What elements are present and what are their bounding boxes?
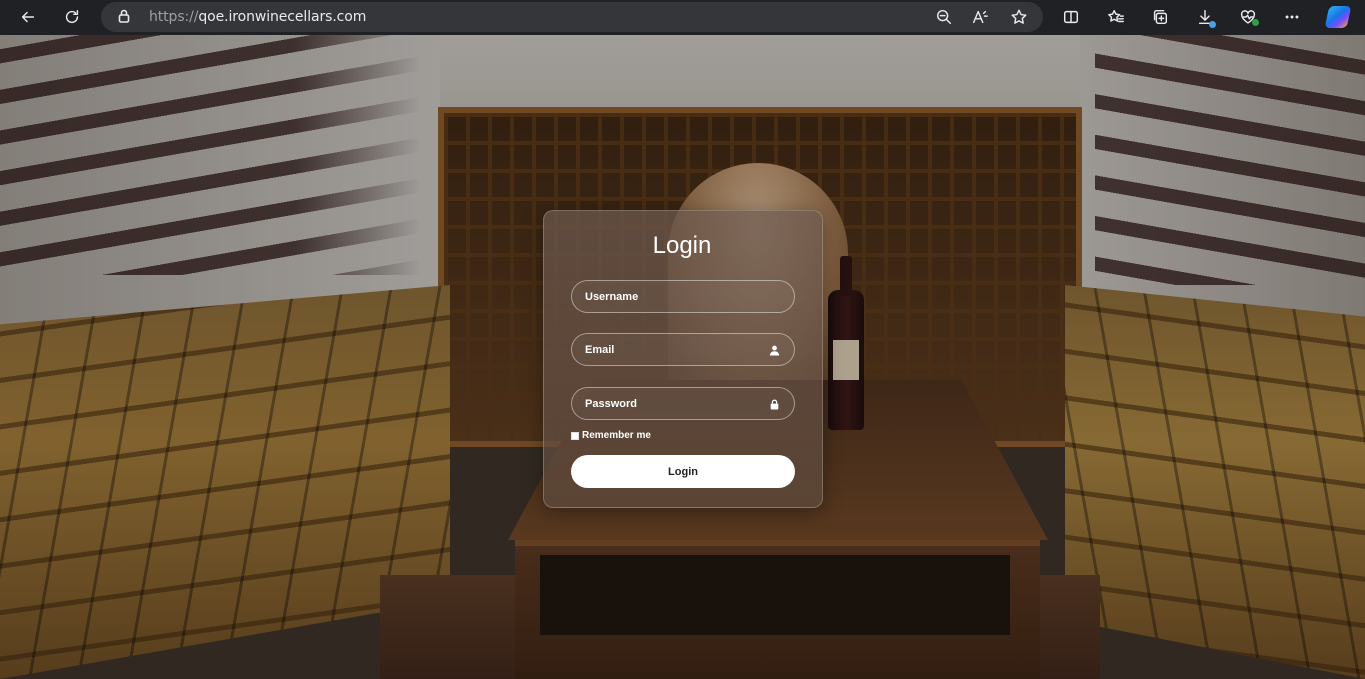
password-field[interactable] [571, 387, 795, 420]
login-title: Login [652, 232, 712, 259]
collections-icon[interactable] [1145, 2, 1175, 32]
login-button[interactable]: Login [571, 455, 795, 488]
url-text[interactable]: https://qoe.ironwinecellars.com [149, 9, 366, 25]
download-badge [1209, 21, 1216, 28]
username-input[interactable] [572, 281, 752, 312]
email-input[interactable] [572, 334, 752, 365]
favorites-icon[interactable] [1101, 2, 1131, 32]
username-field[interactable] [571, 280, 795, 313]
email-field[interactable] [571, 333, 795, 366]
url-host: qoe.ironwinecellars.com [198, 9, 367, 25]
reload-icon[interactable] [57, 2, 87, 32]
url-scheme: https:// [149, 9, 199, 25]
split-screen-icon[interactable] [1056, 2, 1086, 32]
copilot-icon[interactable] [1323, 2, 1353, 32]
status-badge [1252, 19, 1259, 26]
copilot-logo [1324, 6, 1352, 28]
lock-icon[interactable] [116, 8, 132, 29]
address-bar[interactable]: https://qoe.ironwinecellars.com [101, 2, 1043, 32]
login-title-row: Login [0, 232, 1365, 260]
more-icon[interactable] [1277, 2, 1307, 32]
browser-toolbar: https://qoe.ironwinecellars.com [0, 0, 1365, 35]
remember-me-checkbox[interactable] [571, 431, 579, 440]
password-input[interactable] [572, 388, 752, 419]
favorite-star-icon[interactable] [1004, 2, 1034, 32]
lock-icon [769, 397, 781, 410]
download-icon[interactable] [1190, 2, 1220, 32]
user-icon [769, 343, 781, 356]
read-aloud-icon[interactable] [965, 2, 995, 32]
zoom-out-icon[interactable] [929, 2, 959, 32]
remember-me-label: Remember me [582, 430, 651, 441]
remember-me[interactable]: Remember me [571, 430, 651, 441]
back-icon[interactable] [13, 2, 43, 32]
browser-essentials-icon[interactable] [1233, 2, 1263, 32]
